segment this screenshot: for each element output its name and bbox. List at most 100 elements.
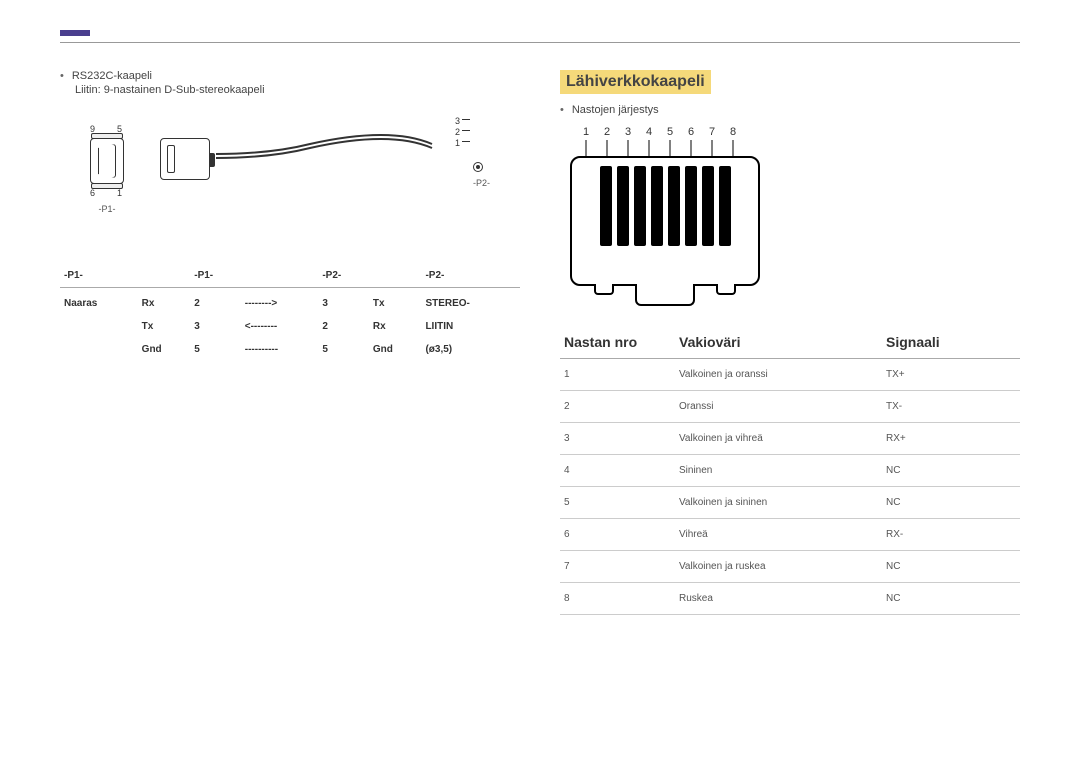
rs232-pinout-table: -P1- -P1- -P2- -P2- Naaras Rx 2 --------… <box>60 264 520 361</box>
p1-label: -P1- <box>90 204 124 214</box>
table-cell: Sininen <box>675 455 882 487</box>
table-cell: Valkoinen ja ruskea <box>675 551 882 583</box>
rs-cell: Rx <box>369 315 422 338</box>
lan-pinout-table: Nastan nro Vakioväri Signaali 1Valkoinen… <box>560 326 1020 615</box>
dsub-connector-left-icon <box>90 138 124 184</box>
table-cell: NC <box>882 583 1020 615</box>
rs-cell: Naaras <box>60 288 138 316</box>
pin-num: 6 <box>685 126 697 138</box>
lan-tbody: 1Valkoinen ja oranssiTX+2OranssiTX-3Valk… <box>560 359 1020 615</box>
jack-label-2: 2 <box>455 127 460 138</box>
table-cell: 1 <box>560 359 675 391</box>
rs-cell: ---------- <box>241 338 319 361</box>
rs232-title: RS232C-kaapeli <box>72 70 152 82</box>
dsub-side-icon <box>160 138 210 180</box>
table-cell: 8 <box>560 583 675 615</box>
table-cell: RX+ <box>882 423 1020 455</box>
rs-cell: 5 <box>318 338 369 361</box>
table-cell: NC <box>882 551 1020 583</box>
bullet-icon: • <box>60 70 64 82</box>
table-cell: Valkoinen ja sininen <box>675 487 882 519</box>
lan-bullet-text: Nastojen järjestys <box>572 104 659 116</box>
left-column: • RS232C-kaapeli Liitin: 9-nastainen D-S… <box>60 70 520 615</box>
page-content: • RS232C-kaapeli Liitin: 9-nastainen D-S… <box>60 70 1020 615</box>
rs232-diagram: 9 5 6 1 -P1- 3 <box>60 114 520 244</box>
table-cell: 6 <box>560 519 675 551</box>
pin-num: 3 <box>622 126 634 138</box>
bullet-icon: • <box>560 104 564 116</box>
rs-cell: (ø3,5) <box>421 338 520 361</box>
cable-line-icon <box>210 114 440 204</box>
rs-cell: Tx <box>369 288 422 316</box>
rj45-diagram: 1 2 3 4 5 6 7 8 <box>560 126 1020 306</box>
table-cell: TX+ <box>882 359 1020 391</box>
lan-th-0: Nastan nro <box>560 326 675 359</box>
rs-cell: Gnd <box>138 338 191 361</box>
table-row: 3Valkoinen ja vihreäRX+ <box>560 423 1020 455</box>
rs-cell <box>60 315 138 338</box>
jack-label-3: 3 <box>455 116 460 127</box>
table-cell: 4 <box>560 455 675 487</box>
rs-cell: <-------- <box>241 315 319 338</box>
jack-label-1: 1 <box>455 138 460 149</box>
rs-cell: Rx <box>138 288 191 316</box>
rs-th-3 <box>241 264 319 288</box>
table-row: 2OranssiTX- <box>560 391 1020 423</box>
rj45-pin-numbers: 1 2 3 4 5 6 7 8 <box>580 126 739 138</box>
rs-tbody: Naaras Rx 2 --------> 3 Tx STEREO- Tx 3 … <box>60 288 520 362</box>
rs-cell <box>60 338 138 361</box>
pin-num: 8 <box>727 126 739 138</box>
header-accent <box>60 30 90 36</box>
right-column: Lähiverkkokaapeli • Nastojen järjestys 1… <box>560 70 1020 615</box>
pin-num: 5 <box>664 126 676 138</box>
rs-cell: Tx <box>138 315 191 338</box>
table-cell: Vihreä <box>675 519 882 551</box>
header-rule <box>60 42 1020 43</box>
pin-num: 4 <box>643 126 655 138</box>
table-cell: TX- <box>882 391 1020 423</box>
rs-cell: Gnd <box>369 338 422 361</box>
table-cell: 2 <box>560 391 675 423</box>
table-cell: Valkoinen ja vihreä <box>675 423 882 455</box>
pin-num: 7 <box>706 126 718 138</box>
stereo-jack-icon: -P2- <box>473 162 490 188</box>
rs-th-0: -P1- <box>60 264 138 288</box>
table-cell: Valkoinen ja oranssi <box>675 359 882 391</box>
table-cell: 5 <box>560 487 675 519</box>
rs-th-2: -P1- <box>190 264 241 288</box>
table-row: 1Valkoinen ja oranssiTX+ <box>560 359 1020 391</box>
rs-cell: 3 <box>190 315 241 338</box>
pin-num: 2 <box>601 126 613 138</box>
rs232-bullet: • RS232C-kaapeli <box>60 70 520 82</box>
rs232-subline: Liitin: 9-nastainen D-Sub-stereokaapeli <box>75 84 520 96</box>
rs-th-6: -P2- <box>421 264 520 288</box>
table-cell: Oranssi <box>675 391 882 423</box>
rs-th-1 <box>138 264 191 288</box>
table-cell: NC <box>882 487 1020 519</box>
table-cell: 7 <box>560 551 675 583</box>
rs-cell: 2 <box>190 288 241 316</box>
rs-cell: --------> <box>241 288 319 316</box>
table-cell: RX- <box>882 519 1020 551</box>
p2-label: -P2- <box>473 178 490 188</box>
table-row: 6VihreäRX- <box>560 519 1020 551</box>
rj45-body-icon <box>570 156 760 286</box>
table-row: 8RuskeaNC <box>560 583 1020 615</box>
rs-cell: 2 <box>318 315 369 338</box>
pin-label-6: 6 <box>90 188 95 198</box>
rs-th-5 <box>369 264 422 288</box>
table-row: 5Valkoinen ja sininenNC <box>560 487 1020 519</box>
rs-cell: LIITIN <box>421 315 520 338</box>
table-row: 4SininenNC <box>560 455 1020 487</box>
table-cell: 3 <box>560 423 675 455</box>
rs-th-4: -P2- <box>318 264 369 288</box>
rs-cell: STEREO- <box>421 288 520 316</box>
lan-bullet: • Nastojen järjestys <box>560 104 1020 116</box>
pin-label-1: 1 <box>117 188 122 198</box>
lan-th-2: Signaali <box>882 326 1020 359</box>
lan-section-title: Lähiverkkokaapeli <box>560 70 711 94</box>
table-row: 7Valkoinen ja ruskeaNC <box>560 551 1020 583</box>
table-cell: Ruskea <box>675 583 882 615</box>
table-cell: NC <box>882 455 1020 487</box>
rs-cell: 5 <box>190 338 241 361</box>
